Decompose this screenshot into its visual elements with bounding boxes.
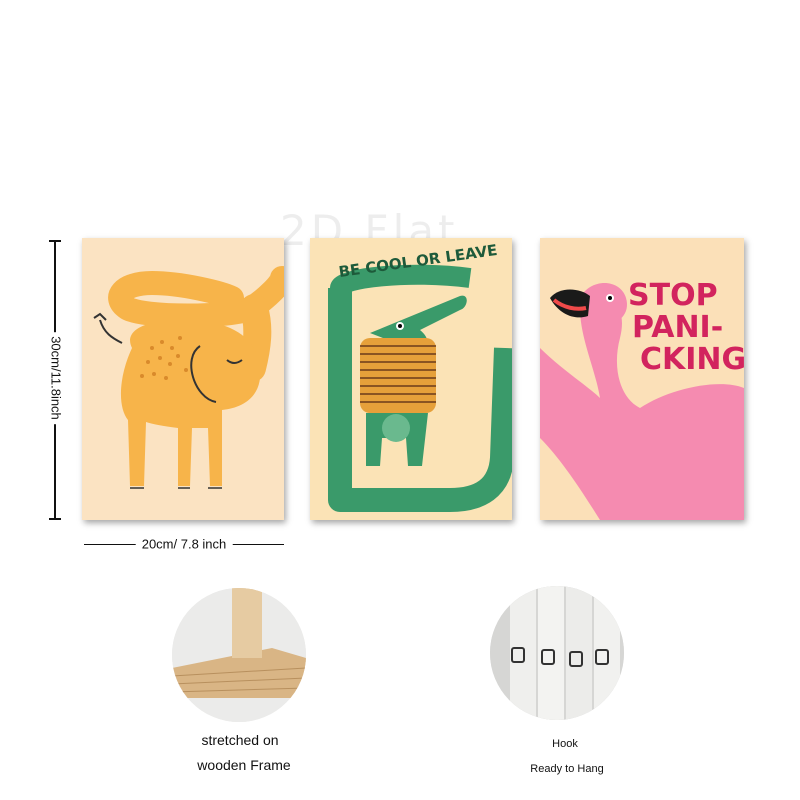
- flamingo-text-line-3: CKING: [640, 342, 744, 377]
- width-dimension-label: 20cm/ 7.8 inch: [135, 536, 233, 552]
- wooden-frame-photo: [172, 588, 306, 722]
- print-flamingo: STOP PANI- CKING: [540, 238, 744, 520]
- print-crocodile: BE COOL OR LEAVE: [310, 238, 512, 520]
- hook-caption-line-2: Ready to Hang: [530, 763, 604, 775]
- height-dimension-label: 30cm/11.8inch: [48, 332, 64, 424]
- elephant-illustration: [93, 266, 284, 489]
- hook-caption-line-1: Hook: [552, 738, 578, 750]
- flamingo-text-line-1: STOP: [628, 278, 718, 313]
- frame-caption-line-2: wooden Frame: [197, 757, 291, 773]
- print-elephant: [82, 238, 284, 520]
- hook-photo: [490, 586, 624, 720]
- flamingo-text-line-2: PANI-: [632, 310, 724, 345]
- frame-caption-line-1: stretched on: [201, 732, 279, 748]
